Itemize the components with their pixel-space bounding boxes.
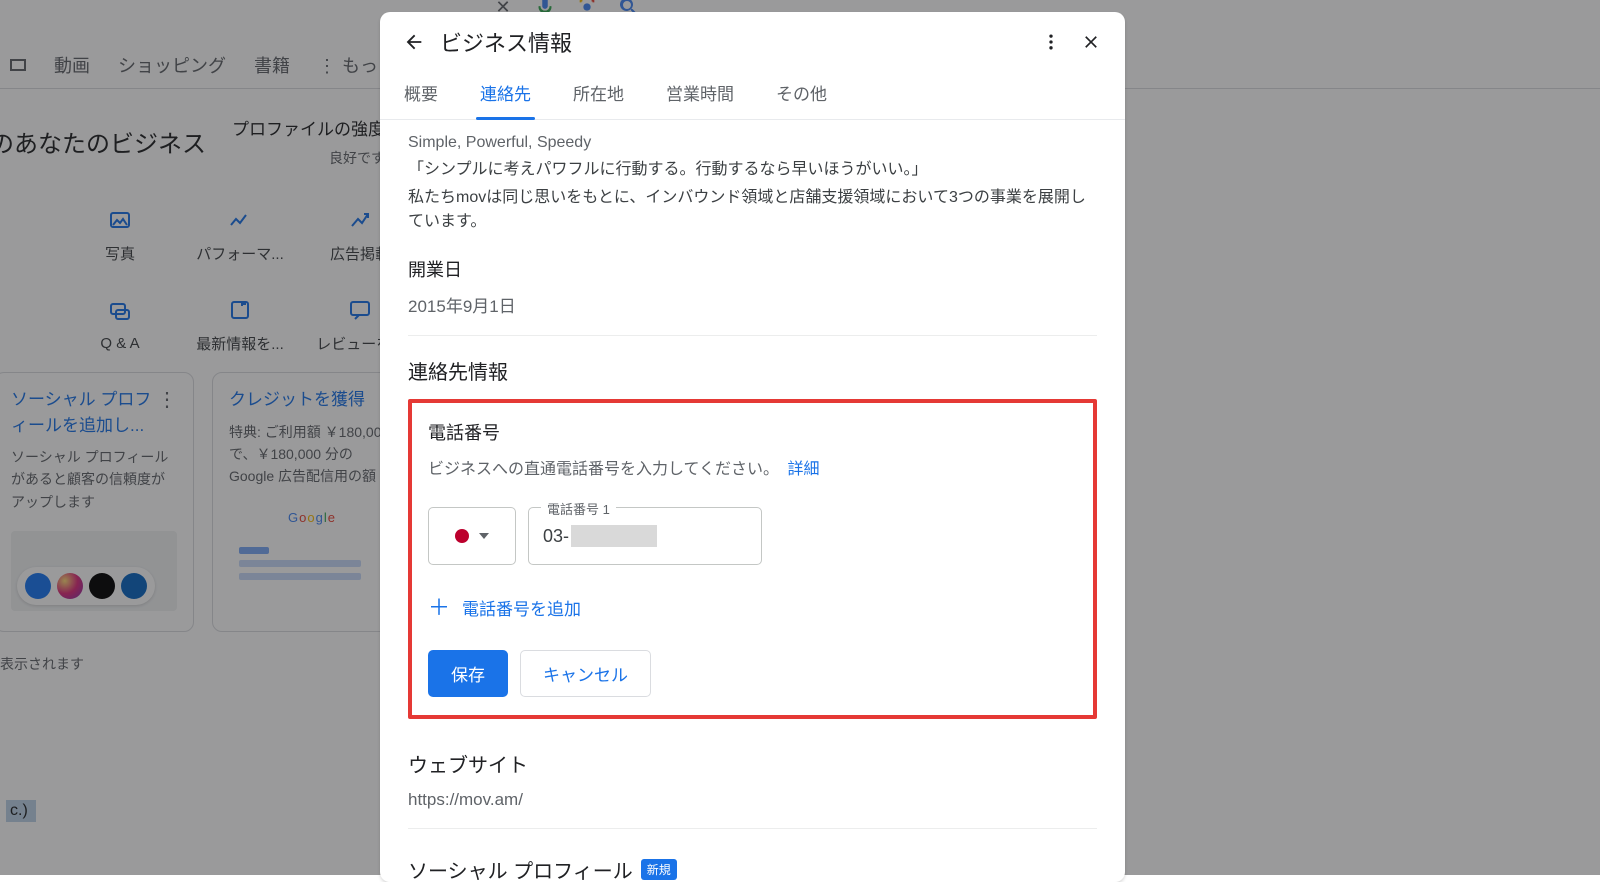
phone-subtitle: ビジネスへの直通電話番号を入力してください。 詳細 xyxy=(428,455,1077,479)
add-phone-button[interactable]: ＋ 電話番号を追加 xyxy=(428,595,1077,620)
divider xyxy=(408,335,1097,336)
country-select[interactable] xyxy=(428,507,516,565)
phone-section-highlight: 電話番号 ビジネスへの直通電話番号を入力してください。 詳細 電話番号 1 03… xyxy=(408,399,1097,719)
phone-value: 03- xyxy=(543,525,657,547)
phone-redacted xyxy=(571,525,657,547)
description-line-2: 私たちmovは同じ思いをもとに、インバウンド領域と店舗支援領域において3つの事業… xyxy=(408,186,1097,234)
tab-location[interactable]: 所在地 xyxy=(571,68,626,119)
save-button[interactable]: 保存 xyxy=(428,650,508,697)
plus-icon: ＋ xyxy=(428,597,450,619)
back-button[interactable] xyxy=(394,22,434,62)
business-info-dialog: ビジネス情報 概要 連絡先 所在地 営業時間 その他 Simple, Power… xyxy=(380,12,1125,882)
chevron-down-icon xyxy=(479,533,489,539)
dialog-tabs: 概要 連絡先 所在地 営業時間 その他 xyxy=(380,68,1125,120)
phone-input[interactable]: 電話番号 1 03- xyxy=(528,507,762,565)
contact-heading: 連絡先情報 xyxy=(408,356,1097,385)
flag-jp-icon xyxy=(455,529,469,543)
dialog-header: ビジネス情報 xyxy=(380,12,1125,68)
overflow-menu-button[interactable] xyxy=(1031,22,1071,62)
phone-input-row: 電話番号 1 03- xyxy=(428,507,1077,565)
open-date-label: 開業日 xyxy=(408,256,1097,282)
dialog-body[interactable]: Simple, Powerful, Speedy 「シンプルに考えパワフルに行動… xyxy=(380,120,1125,882)
description-line-1: 「シンプルに考えパワフルに行動する。行動するなら早いほうがいい。」 xyxy=(408,158,1097,182)
phone-buttons: 保存 キャンセル xyxy=(428,650,1077,697)
tab-hours[interactable]: 営業時間 xyxy=(664,68,736,119)
phone-title: 電話番号 xyxy=(428,419,1077,445)
dialog-title: ビジネス情報 xyxy=(440,26,1031,58)
divider xyxy=(408,828,1097,829)
slogan-text: Simple, Powerful, Speedy xyxy=(408,131,1097,154)
cancel-button[interactable]: キャンセル xyxy=(520,650,651,697)
phone-detail-link[interactable]: 詳細 xyxy=(788,461,820,478)
tab-overview[interactable]: 概要 xyxy=(402,68,440,119)
tab-other[interactable]: その他 xyxy=(774,68,829,119)
website-title: ウェブサイト xyxy=(408,749,1097,778)
phone-field-label: 電話番号 1 xyxy=(541,499,616,518)
open-date-value: 2015年9月1日 xyxy=(408,292,1097,317)
badge-new: 新規 xyxy=(641,859,677,880)
website-value: https://mov.am/ xyxy=(408,790,1097,810)
social-profile-title: ソーシャル プロフィール 新規 xyxy=(408,855,1097,882)
tab-contact[interactable]: 連絡先 xyxy=(478,68,533,119)
close-button[interactable] xyxy=(1071,22,1111,62)
